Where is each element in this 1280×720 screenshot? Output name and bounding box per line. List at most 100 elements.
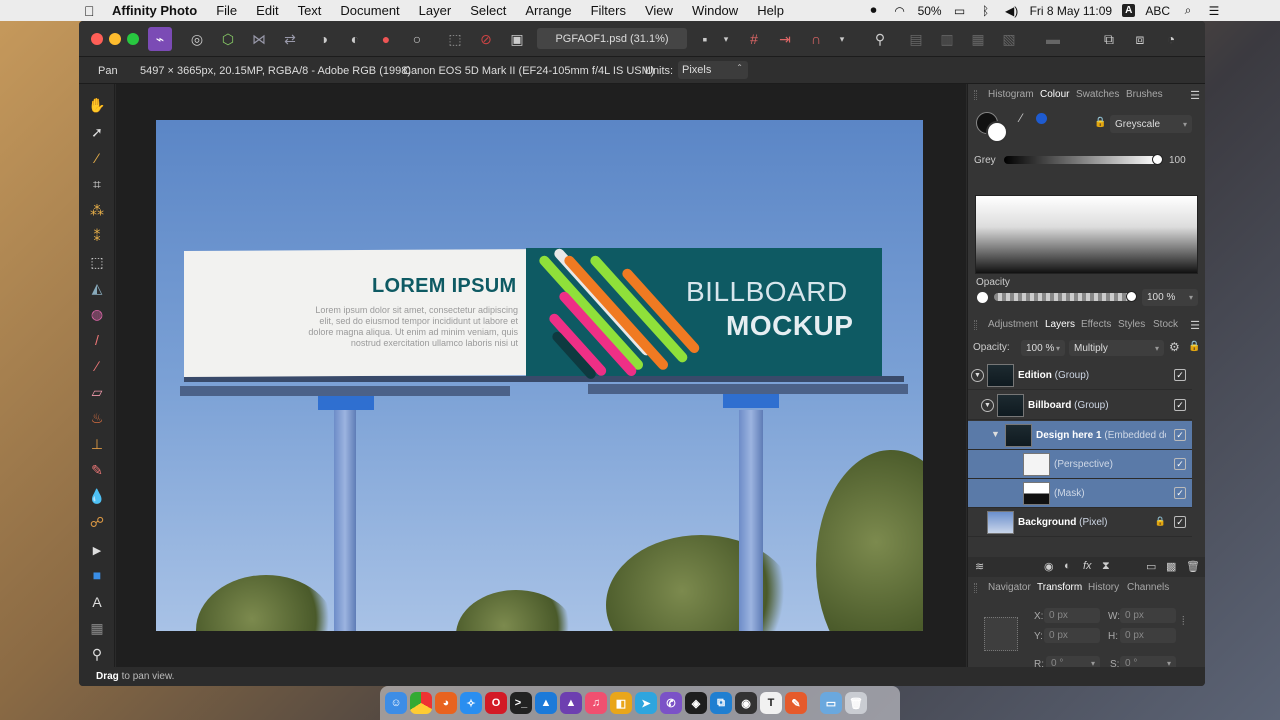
- select-all-icon[interactable]: ▣: [505, 27, 529, 51]
- layer-opacity-field[interactable]: 100 %: [1021, 340, 1065, 356]
- color-replacement-tool-icon[interactable]: ∕: [86, 355, 108, 377]
- control-center-icon[interactable]: ☰: [1206, 4, 1222, 18]
- chrome-icon[interactable]: [410, 692, 432, 714]
- tab-effects[interactable]: Effects: [1081, 319, 1111, 330]
- color-picker-tool-icon[interactable]: ⁄: [86, 147, 108, 169]
- tab-history[interactable]: History: [1088, 582, 1119, 593]
- app-menu[interactable]: Affinity Photo: [112, 3, 197, 18]
- affinity-designer-icon[interactable]: ▲: [535, 692, 557, 714]
- keynote-icon[interactable]: ◧: [610, 692, 632, 714]
- crop-tool-icon[interactable]: ⌗: [86, 173, 108, 195]
- battery-icon[interactable]: ▭: [952, 4, 968, 18]
- vscode-icon[interactable]: ⧉: [710, 692, 732, 714]
- tab-swatches[interactable]: Swatches: [1076, 89, 1119, 100]
- menu-select[interactable]: Select: [470, 3, 506, 18]
- panel-menu-icon[interactable]: ☰: [1190, 319, 1200, 332]
- colour-mode-select[interactable]: Greyscale: [1110, 115, 1192, 133]
- flood-fill-tool-icon[interactable]: ◭: [86, 277, 108, 299]
- anchor-selector[interactable]: [984, 617, 1018, 651]
- close-window-button[interactable]: [91, 33, 103, 45]
- layer-visibility-checkbox[interactable]: ✓: [1174, 487, 1186, 499]
- export-persona-icon[interactable]: ⇄: [278, 27, 302, 51]
- billboard-photo[interactable]: LOREM IPSUM Lorem ipsum dolor sit amet, …: [156, 120, 923, 631]
- x-field[interactable]: 0 px: [1044, 608, 1100, 623]
- layer-row-billboard[interactable]: ▼ Billboard (Group) ✓: [968, 391, 1192, 420]
- grey-slider-handle[interactable]: [1152, 154, 1163, 165]
- input-source-badge[interactable]: A: [1122, 4, 1136, 17]
- menu-document[interactable]: Document: [340, 3, 399, 18]
- github-icon[interactable]: ◉: [735, 692, 757, 714]
- opacity-slider[interactable]: [994, 293, 1130, 301]
- tab-navigator[interactable]: Navigator: [988, 582, 1031, 593]
- healing-brush-tool-icon[interactable]: ✎: [86, 459, 108, 481]
- color-wheel-icon[interactable]: ◑: [312, 27, 336, 51]
- fx-icon[interactable]: fx: [1083, 560, 1092, 572]
- layer-visibility-checkbox[interactable]: ✓: [1174, 369, 1186, 381]
- no-selection-icon[interactable]: ⊘: [474, 27, 498, 51]
- tab-adjustment[interactable]: Adjustment: [988, 319, 1038, 330]
- develop-persona-icon[interactable]: ⬡: [216, 27, 240, 51]
- layer-visibility-checkbox[interactable]: ✓: [1174, 458, 1186, 470]
- grey-slider[interactable]: [1004, 156, 1158, 164]
- quick-mask-dropdown-icon[interactable]: ▾: [714, 27, 738, 51]
- panel-grip[interactable]: [974, 583, 977, 593]
- smudge-brush-tool-icon[interactable]: ☍: [86, 511, 108, 533]
- flare-icon[interactable]: ✎: [785, 692, 807, 714]
- layer-row-edition[interactable]: ▼ Edition (Group) ✓: [968, 361, 1192, 390]
- telegram-icon[interactable]: ➤: [635, 692, 657, 714]
- tab-layers[interactable]: Layers: [1045, 319, 1075, 330]
- tab-styles[interactable]: Styles: [1118, 319, 1145, 330]
- studio-toggle-icon[interactable]: ⧉: [1097, 27, 1121, 51]
- zoom-tool-icon[interactable]: ⚲: [86, 643, 108, 665]
- layer-row-perspective[interactable]: (Perspective) ✓: [968, 450, 1192, 479]
- menu-filters[interactable]: Filters: [591, 3, 626, 18]
- group-layers-icon[interactable]: ▭: [1146, 560, 1156, 573]
- layer-row-background[interactable]: Background (Pixel) 🔒 ✓: [968, 508, 1192, 537]
- adjustment-layer-icon[interactable]: ◐: [1064, 560, 1071, 572]
- panel-grip[interactable]: [974, 320, 977, 330]
- panel-menu-icon[interactable]: ☰: [1190, 89, 1200, 102]
- zoom-window-button[interactable]: [127, 33, 139, 45]
- terminal-icon[interactable]: >_: [510, 692, 532, 714]
- figma-icon[interactable]: ◈: [685, 692, 707, 714]
- mask-layer-icon[interactable]: ◉: [1044, 560, 1054, 573]
- menu-arrange[interactable]: Arrange: [525, 3, 571, 18]
- selection-brush-tool-icon[interactable]: ⁂: [86, 199, 108, 221]
- layer-visibility-checkbox[interactable]: ✓: [1174, 399, 1186, 411]
- w-field[interactable]: 0 px: [1120, 608, 1176, 623]
- spotlight-search-icon[interactable]: ⌕: [1180, 3, 1196, 18]
- rectangle-tool-icon[interactable]: ■: [86, 564, 108, 586]
- typora-icon[interactable]: T: [760, 692, 782, 714]
- affinity-photo-icon[interactable]: ▲: [560, 692, 582, 714]
- screen-record-icon[interactable]: ⏺: [866, 3, 882, 18]
- trash-icon[interactable]: 🗑: [845, 692, 867, 714]
- minimize-window-button[interactable]: [109, 33, 121, 45]
- marquee-toolbar-icon[interactable]: ⬚: [443, 27, 467, 51]
- eyedropper-icon[interactable]: ⁄: [1020, 111, 1022, 125]
- pen-tool-icon[interactable]: ▶: [86, 539, 108, 561]
- photo-persona-icon[interactable]: ⌁: [148, 27, 172, 51]
- clock[interactable]: Fri 8 May 11:09: [1030, 4, 1112, 18]
- layer-visibility-checkbox[interactable]: ✓: [1174, 516, 1186, 528]
- contrast-icon[interactable]: ◐: [343, 27, 367, 51]
- delete-layer-icon[interactable]: 🗑: [1186, 560, 1200, 573]
- link-aspect-icon[interactable]: ⦙: [1182, 614, 1185, 629]
- current-colour-dot[interactable]: [1036, 113, 1047, 124]
- volume-icon[interactable]: ◀): [1004, 4, 1020, 18]
- erase-brush-tool-icon[interactable]: ▱: [86, 381, 108, 403]
- layers-stack-icon[interactable]: ≋: [975, 560, 984, 573]
- share-icon[interactable]: ◔: [1159, 27, 1183, 51]
- colour-spectrum[interactable]: [975, 195, 1198, 274]
- gradient-tool-icon[interactable]: ◍: [86, 303, 108, 325]
- apple-menu-icon[interactable]: : [84, 3, 100, 19]
- y-field[interactable]: 0 px: [1044, 628, 1100, 643]
- snapping-icon[interactable]: ⇥: [773, 27, 797, 51]
- folder-icon[interactable]: ▭: [820, 692, 842, 714]
- layer-settings-gear-icon[interactable]: ⚙: [1169, 340, 1180, 354]
- magnet-icon[interactable]: ∩: [804, 27, 828, 51]
- dodge-burn-tool-icon[interactable]: ♨: [86, 407, 108, 429]
- text-tool-icon[interactable]: A: [86, 591, 108, 613]
- paint-brush-tool-icon[interactable]: /: [86, 329, 108, 351]
- viber-icon[interactable]: ✆: [660, 692, 682, 714]
- document-tab[interactable]: PGFAOF1.psd (31.1%): [537, 28, 687, 49]
